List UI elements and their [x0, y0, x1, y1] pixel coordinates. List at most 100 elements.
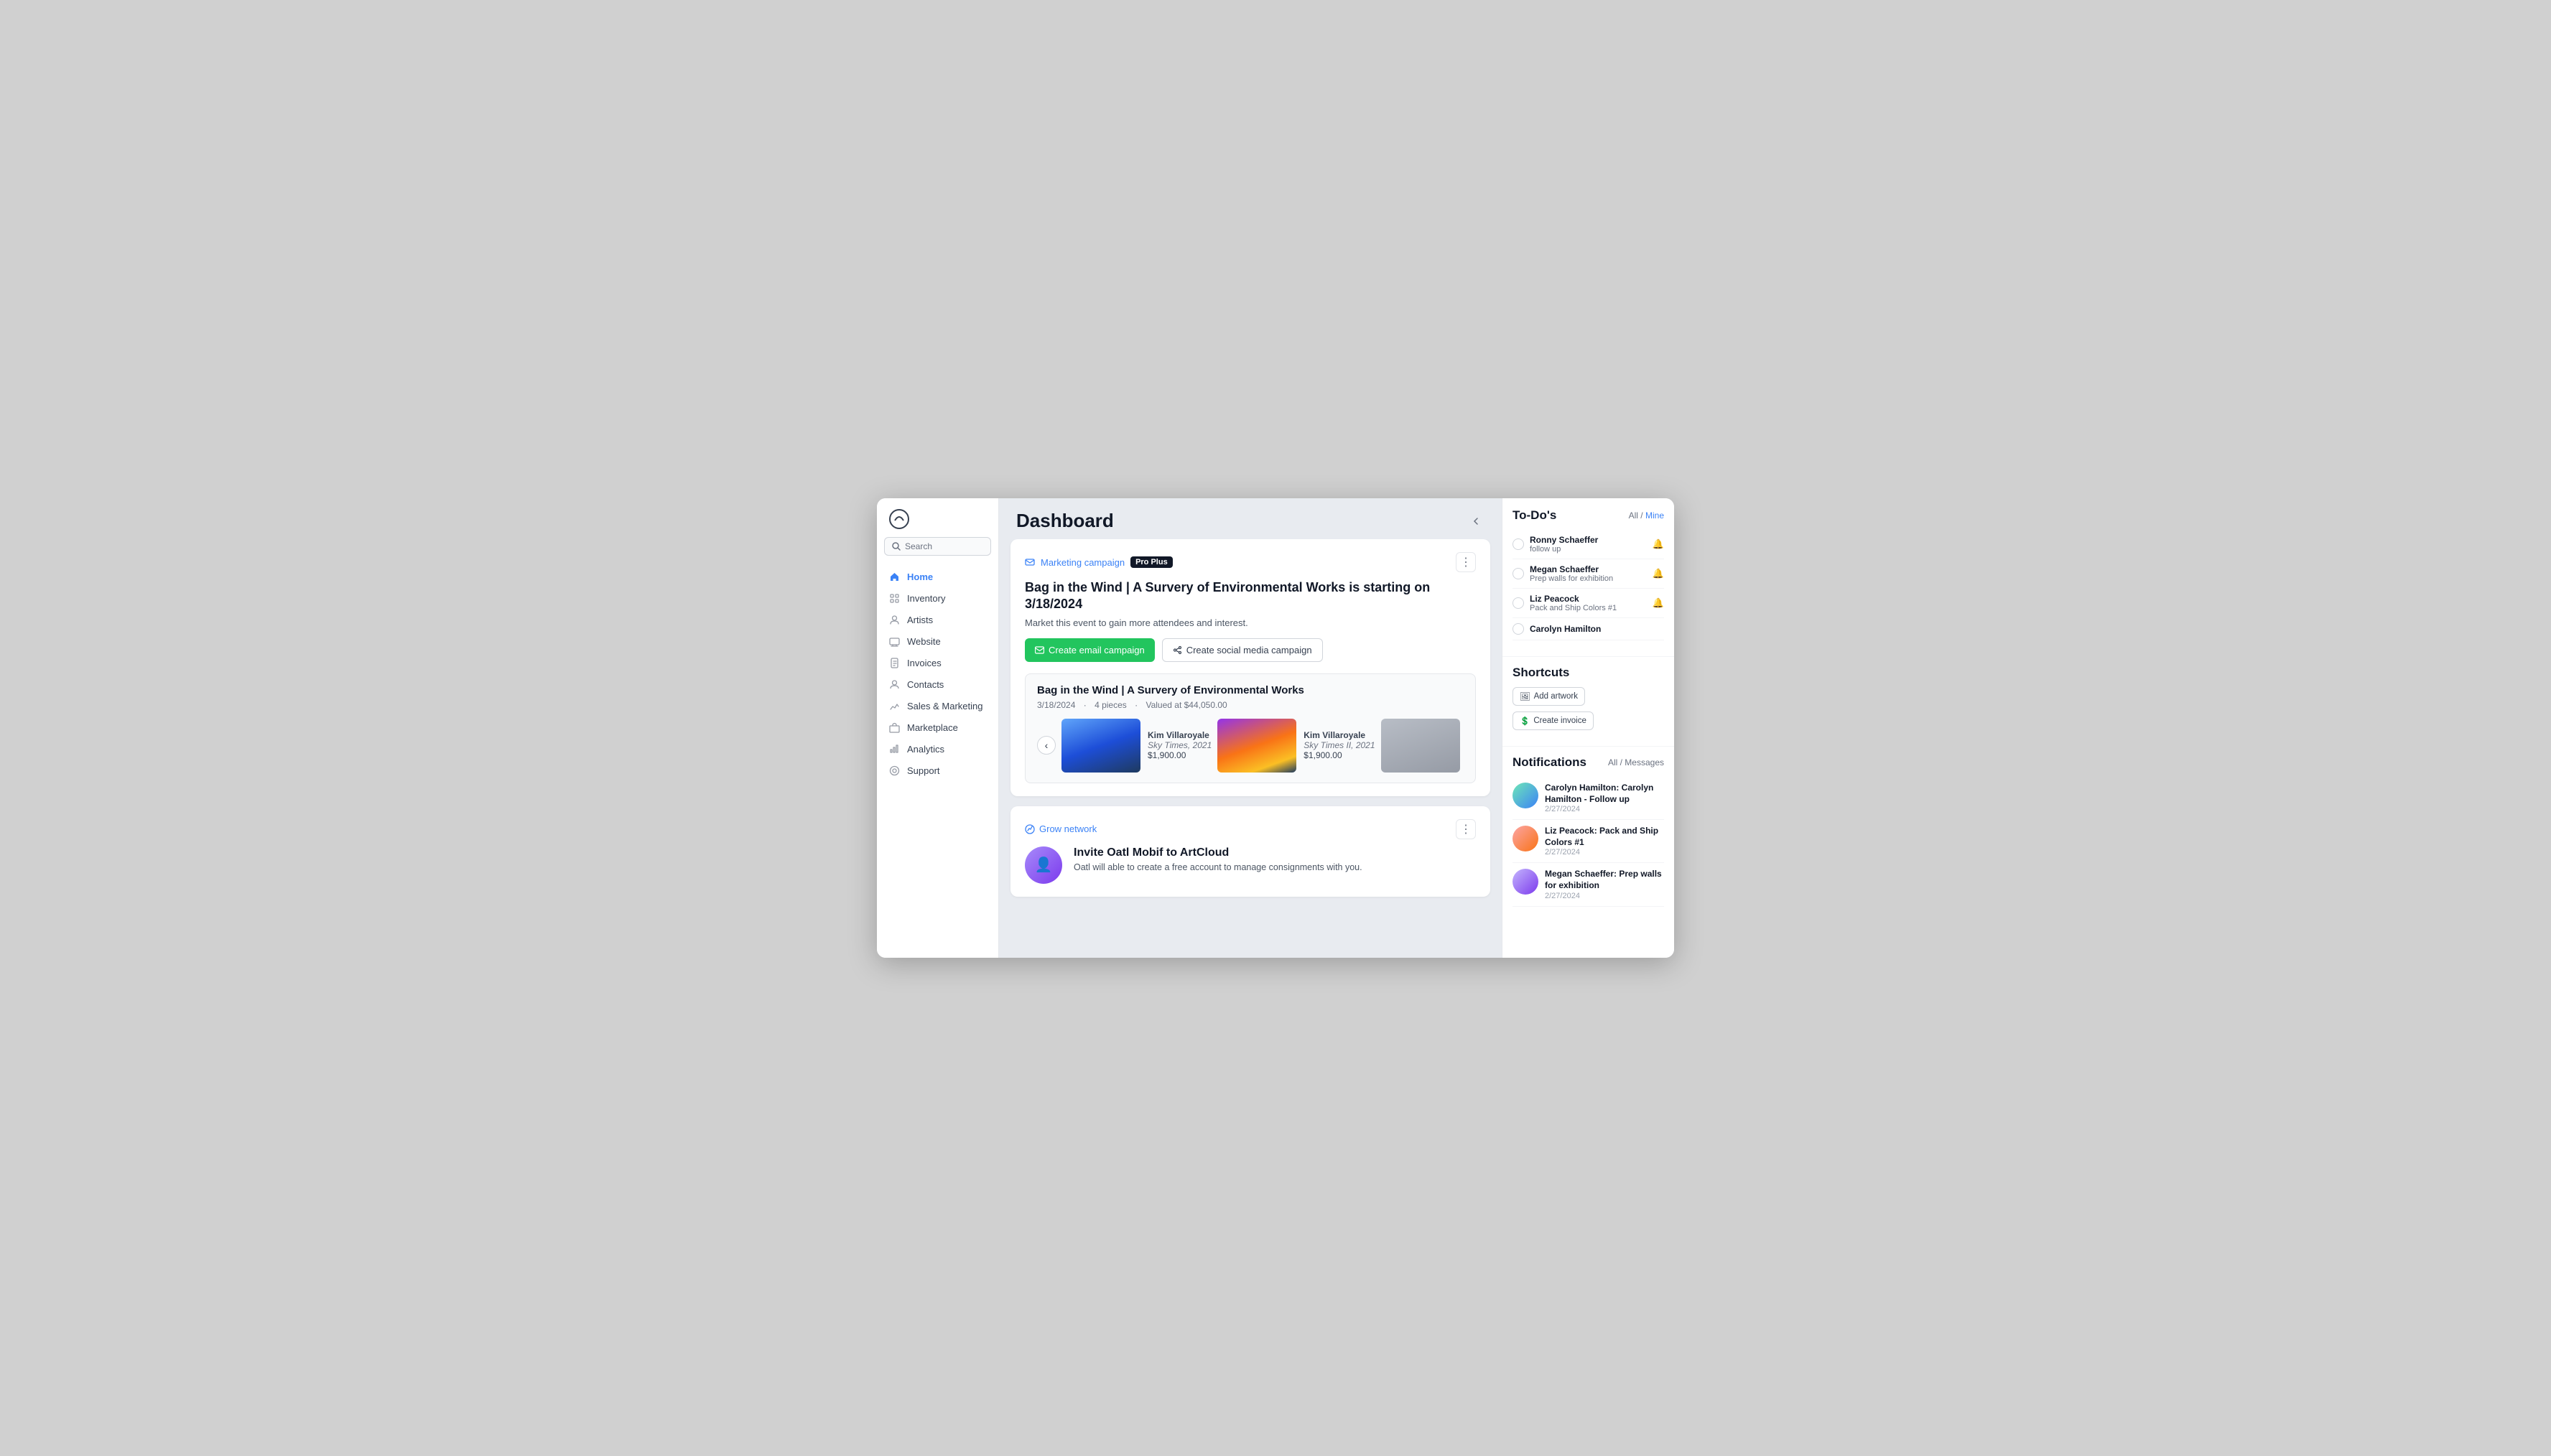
artwork-info-2: Kim Villaroyale Sky Times II, 2021 $1,90…: [1304, 730, 1375, 760]
sidebar: Search Home: [877, 498, 999, 958]
notif-item-3: Megan Schaeffer: Prep walls for exhibiti…: [1513, 863, 1664, 906]
todo-desc-2: Prep walls for exhibition: [1530, 574, 1647, 583]
card-menu-button[interactable]: ⋮: [1456, 552, 1476, 572]
grow-card-body: 👤 Invite Oatl Mobif to ArtCloud Oatl wil…: [1025, 846, 1476, 884]
sidebar-item-home-label: Home: [907, 571, 933, 582]
grow-text: Invite Oatl Mobif to ArtCloud Oatl will …: [1074, 846, 1362, 872]
search-bar[interactable]: Search: [884, 537, 991, 556]
todo-text-4: Carolyn Hamilton: [1530, 624, 1664, 634]
page-title: Dashboard: [1016, 510, 1114, 532]
artwork-info-1: Kim Villaroyale Sky Times, 2021 $1,900.0…: [1148, 730, 1212, 760]
exhibit-valued: Valued at $44,050.00: [1146, 700, 1227, 710]
artwork-thumb-3: [1381, 719, 1460, 773]
inventory-icon: [888, 592, 900, 604]
exhibit-meta: 3/18/2024 · 4 pieces · Valued at $44,050…: [1037, 700, 1464, 710]
todo-checkbox-1[interactable]: [1513, 538, 1524, 550]
sidebar-item-support[interactable]: Support: [877, 760, 998, 781]
todos-header: To-Do's All / Mine: [1513, 508, 1664, 523]
artwork-artist-1: Kim Villaroyale: [1148, 730, 1212, 740]
notif-item-1: Carolyn Hamilton: Carolyn Hamilton - Fol…: [1513, 777, 1664, 820]
sidebar-item-website[interactable]: Website: [877, 630, 998, 652]
grow-card-menu-button[interactable]: ⋮: [1456, 819, 1476, 839]
grow-card-header: Grow network ⋮: [1025, 819, 1476, 839]
artwork-prev-button[interactable]: ‹: [1037, 736, 1056, 755]
notif-date-2: 2/27/2024: [1545, 848, 1664, 857]
todo-bell-1: 🔔: [1653, 538, 1664, 550]
website-icon: [888, 635, 900, 647]
artwork-item-2: Kim Villaroyale Sky Times II, 2021 $1,90…: [1217, 719, 1375, 773]
todos-mine-link[interactable]: Mine: [1645, 510, 1664, 521]
todo-item-2: Megan Schaeffer Prep walls for exhibitio…: [1513, 559, 1664, 589]
artwork-thumb-1: [1061, 719, 1140, 773]
invoices-icon: [888, 657, 900, 668]
todo-item-3: Liz Peacock Pack and Ship Colors #1 🔔: [1513, 589, 1664, 618]
app-window: Search Home: [877, 498, 1674, 958]
sidebar-item-marketplace[interactable]: Marketplace: [877, 717, 998, 738]
artwork-title-2: Sky Times II, 2021: [1304, 740, 1375, 750]
search-label: Search: [905, 541, 932, 551]
collapse-sidebar-button[interactable]: [1467, 513, 1484, 530]
marketing-campaign-card: Marketing campaign Pro Plus ⋮ Bag in the…: [1010, 539, 1490, 796]
home-icon: [888, 571, 900, 582]
create-email-campaign-button[interactable]: Create email campaign: [1025, 638, 1155, 662]
sidebar-item-home[interactable]: Home: [877, 566, 998, 587]
create-social-campaign-button[interactable]: Create social media campaign: [1162, 638, 1323, 662]
create-invoice-button[interactable]: 💲 Create invoice: [1513, 711, 1594, 730]
add-artwork-button[interactable]: 🖼 Add artwork: [1513, 687, 1585, 706]
artwork-item-1: Kim Villaroyale Sky Times, 2021 $1,900.0…: [1061, 719, 1212, 773]
sidebar-item-invoices[interactable]: Invoices: [877, 652, 998, 673]
sidebar-item-analytics[interactable]: Analytics: [877, 738, 998, 760]
artwork-title-1: Sky Times, 2021: [1148, 740, 1212, 750]
sidebar-item-inventory[interactable]: Inventory: [877, 587, 998, 609]
sidebar-item-artists[interactable]: Artists: [877, 609, 998, 630]
todo-checkbox-2[interactable]: [1513, 568, 1524, 579]
sidebar-item-website-label: Website: [907, 636, 941, 647]
notifications-header: Notifications All / Messages: [1513, 755, 1664, 770]
todo-checkbox-4[interactable]: [1513, 623, 1524, 635]
right-panel: To-Do's All / Mine Ronny Schaeffer follo…: [1502, 498, 1674, 958]
main-header: Dashboard: [999, 498, 1502, 539]
card-label: Marketing campaign Pro Plus: [1025, 556, 1173, 568]
shortcuts-section: Shortcuts 🖼 Add artwork 💲 Create invoice: [1502, 666, 1674, 730]
search-icon: [892, 542, 901, 551]
shortcuts-title: Shortcuts: [1513, 666, 1569, 680]
notif-avatar-1: [1513, 783, 1538, 808]
main-content: Dashboard Marketing campaign Pro: [999, 498, 1502, 958]
support-icon: [888, 765, 900, 776]
artwork-item-3: [1381, 719, 1460, 773]
sidebar-item-sales-label: Sales & Marketing: [907, 701, 983, 711]
add-artwork-label: Add artwork: [1534, 692, 1578, 701]
grow-text-title: Invite Oatl Mobif to ArtCloud: [1074, 846, 1362, 859]
grow-network-label: Grow network: [1039, 823, 1097, 834]
exhibit-dot-2: ·: [1135, 700, 1138, 710]
marketing-label: Marketing campaign: [1041, 557, 1125, 568]
todo-name-4: Carolyn Hamilton: [1530, 624, 1664, 634]
social-btn-icon: [1173, 645, 1182, 655]
notifications-title: Notifications: [1513, 755, 1586, 770]
todos-section: To-Do's All / Mine Ronny Schaeffer follo…: [1502, 508, 1674, 640]
sidebar-item-contacts[interactable]: Contacts: [877, 673, 998, 695]
proplus-badge: Pro Plus: [1130, 556, 1173, 568]
artwork-thumb-blue-fill: [1061, 719, 1140, 773]
notif-text-1: Carolyn Hamilton: Carolyn Hamilton - Fol…: [1545, 783, 1664, 813]
notif-text-2: Liz Peacock: Pack and Ship Colors #1 2/2…: [1545, 826, 1664, 857]
create-invoice-icon: 💲: [1520, 716, 1530, 726]
main-body: Marketing campaign Pro Plus ⋮ Bag in the…: [999, 539, 1502, 958]
sidebar-item-sales-marketing[interactable]: Sales & Marketing: [877, 695, 998, 717]
sidebar-item-artists-label: Artists: [907, 615, 933, 625]
todo-desc-1: follow up: [1530, 545, 1647, 554]
sidebar-item-support-label: Support: [907, 765, 940, 776]
exhibit-dot-1: ·: [1084, 700, 1087, 710]
notif-item-2: Liz Peacock: Pack and Ship Colors #1 2/2…: [1513, 820, 1664, 863]
artworks-row: ‹ Kim Villaroyale Sky Times, 2021 $1,900…: [1037, 719, 1464, 773]
create-email-label: Create email campaign: [1049, 645, 1145, 655]
sidebar-item-contacts-label: Contacts: [907, 679, 944, 690]
card-header: Marketing campaign Pro Plus ⋮: [1025, 552, 1476, 572]
marketplace-icon: [888, 722, 900, 733]
notif-name-1: Carolyn Hamilton: Carolyn Hamilton - Fol…: [1545, 783, 1664, 805]
logo-icon: [888, 508, 910, 530]
artwork-thumb-gray-fill: [1381, 719, 1460, 773]
todo-checkbox-3[interactable]: [1513, 597, 1524, 609]
notif-avatar-3: [1513, 869, 1538, 895]
contacts-icon: [888, 678, 900, 690]
